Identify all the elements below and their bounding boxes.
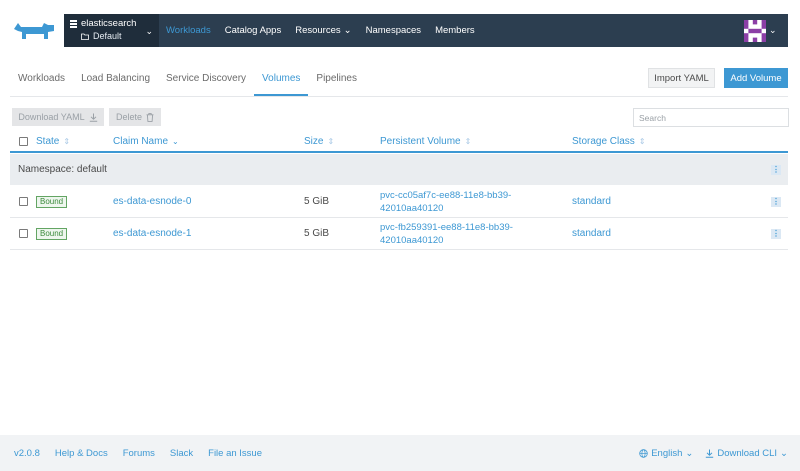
column-storage-class-label: Storage Class — [572, 136, 635, 147]
column-size[interactable]: Size ⇕ — [304, 136, 334, 147]
column-claim-name-label: Claim Name — [113, 136, 169, 147]
cluster-project-selector[interactable]: elasticsearch Default ⌄ — [64, 14, 159, 47]
download-icon — [89, 113, 97, 122]
rancher-logo-icon[interactable] — [12, 19, 56, 43]
size-value: 5 GiB — [304, 196, 330, 207]
globe-icon — [639, 448, 648, 458]
kebab-menu-icon[interactable]: ⋮ — [771, 197, 781, 207]
nav-resources-label: Resources — [295, 25, 341, 36]
kebab-menu-icon[interactable]: ⋮ — [771, 229, 781, 239]
table-header: State ⇕ Claim Name ⌄ Size ⇕ Persistent Volu… — [10, 131, 788, 153]
sort-icon: ⌄ — [172, 137, 179, 146]
version-link[interactable]: v2.0.8 — [14, 448, 40, 459]
select-all-checkbox[interactable] — [19, 137, 28, 146]
forums-link[interactable]: Forums — [123, 448, 155, 459]
delete-label: Delete — [115, 112, 142, 122]
nav-resources[interactable]: Resources ⌄ — [288, 14, 358, 47]
tabs-divider — [10, 96, 788, 97]
sort-icon: ⇕ — [638, 137, 646, 146]
nav-members[interactable]: Members — [428, 14, 482, 47]
language-selector[interactable]: English ⌄ — [639, 448, 693, 459]
tab-load-balancing[interactable]: Load Balancing — [73, 65, 158, 96]
column-storage-class[interactable]: Storage Class ⇕ — [572, 136, 646, 147]
nav-workloads-label: Workloads — [166, 25, 211, 36]
status-badge: Bound — [36, 196, 68, 208]
sort-icon: ⇕ — [464, 137, 472, 146]
footer: v2.0.8 Help & Docs Forums Slack File an … — [0, 435, 800, 471]
chevron-down-icon: ⌄ — [145, 26, 153, 36]
chevron-down-icon: ⌄ — [769, 25, 777, 35]
column-persistent-volume[interactable]: Persistent Volume ⇕ — [380, 136, 471, 147]
status-badge: Bound — [36, 228, 68, 240]
help-docs-link[interactable]: Help & Docs — [55, 448, 108, 459]
storage-class-link[interactable]: standard — [572, 196, 611, 207]
column-claim-name[interactable]: Claim Name ⌄ — [113, 136, 179, 147]
pv-line-2: 42010aa40120 — [380, 203, 444, 214]
tab-pipelines[interactable]: Pipelines — [308, 65, 365, 96]
import-yaml-button[interactable]: Import YAML — [648, 68, 715, 88]
section-tabs: Workloads Load Balancing Service Discove… — [10, 65, 365, 96]
download-cli-label: Download CLI — [717, 447, 778, 459]
table-row: Bound es-data-esnode-0 5 GiB pvc-cc05af7… — [10, 186, 788, 218]
nav-catalog-apps[interactable]: Catalog Apps — [218, 14, 289, 47]
project-name: Default — [93, 31, 122, 41]
tab-workloads[interactable]: Workloads — [10, 65, 73, 96]
download-cli-menu[interactable]: Download CLI ⌄ — [705, 448, 788, 459]
nav-workloads[interactable]: Workloads — [159, 14, 218, 47]
claim-name-link[interactable]: es-data-esnode-1 — [113, 228, 191, 239]
size-value: 5 GiB — [304, 228, 330, 239]
column-state[interactable]: State ⇕ — [36, 136, 70, 147]
tab-volumes[interactable]: Volumes — [254, 65, 309, 96]
row-checkbox[interactable] — [19, 197, 28, 206]
cluster-icon — [70, 19, 77, 28]
add-volume-button[interactable]: Add Volume — [724, 68, 788, 88]
chevron-down-icon: ⌄ — [685, 447, 694, 459]
pv-line-1: pvc-fb259391-ee88-11e8-bb39- — [380, 222, 513, 233]
persistent-volume-link[interactable]: pvc-fb259391-ee88-11e8-bb39- 42010aa4012… — [380, 221, 545, 247]
cluster-name: elasticsearch — [81, 18, 137, 29]
storage-class-link[interactable]: standard — [572, 228, 611, 239]
nav-catalog-apps-label: Catalog Apps — [224, 25, 282, 36]
project-folder-icon — [81, 33, 89, 40]
trash-icon — [146, 112, 154, 122]
download-yaml-label: Download YAML — [18, 112, 85, 122]
row-checkbox[interactable] — [19, 229, 28, 238]
download-yaml-button[interactable]: Download YAML — [12, 108, 104, 126]
user-avatar-icon — [744, 19, 766, 42]
slack-link[interactable]: Slack — [170, 448, 193, 459]
search-input[interactable] — [633, 108, 789, 127]
kebab-menu-icon[interactable]: ⋮ — [771, 165, 781, 175]
namespace-group-row: Namespace: default ⋮ — [10, 154, 788, 185]
pv-line-2: 42010aa40120 — [380, 235, 444, 246]
chevron-down-icon: ⌄ — [780, 447, 788, 459]
tab-service-discovery[interactable]: Service Discovery — [158, 65, 254, 96]
sort-icon: ⇕ — [63, 137, 71, 146]
nav-namespaces-label: Namespaces — [365, 25, 422, 36]
sort-icon: ⇕ — [327, 137, 335, 146]
footer-right: English ⌄ Download CLI ⌄ — [639, 435, 788, 471]
delete-button[interactable]: Delete — [109, 108, 161, 126]
pv-line-1: pvc-cc05af7c-ee88-11e8-bb39- — [380, 190, 512, 201]
namespace-group-label: Namespace: default — [18, 164, 107, 175]
column-size-label: Size — [304, 136, 324, 147]
column-persistent-volume-label: Persistent Volume — [380, 136, 461, 147]
user-avatar-menu[interactable]: ⌄ — [744, 16, 780, 45]
language-label: English — [651, 447, 683, 459]
column-state-label: State — [36, 136, 60, 147]
file-issue-link[interactable]: File an Issue — [208, 448, 262, 459]
chevron-down-icon: ⌄ — [343, 25, 352, 36]
table-row: Bound es-data-esnode-1 5 GiB pvc-fb25939… — [10, 218, 788, 250]
nav-namespaces[interactable]: Namespaces — [359, 14, 428, 47]
claim-name-link[interactable]: es-data-esnode-0 — [113, 196, 191, 207]
nav-members-label: Members — [435, 25, 475, 36]
top-bar: elasticsearch Default ⌄ Workloads Catalo… — [64, 14, 788, 47]
download-icon — [706, 449, 714, 458]
persistent-volume-link[interactable]: pvc-cc05af7c-ee88-11e8-bb39- 42010aa4012… — [380, 189, 545, 215]
top-navigation: elasticsearch Default ⌄ Workloads Catalo… — [0, 0, 800, 60]
